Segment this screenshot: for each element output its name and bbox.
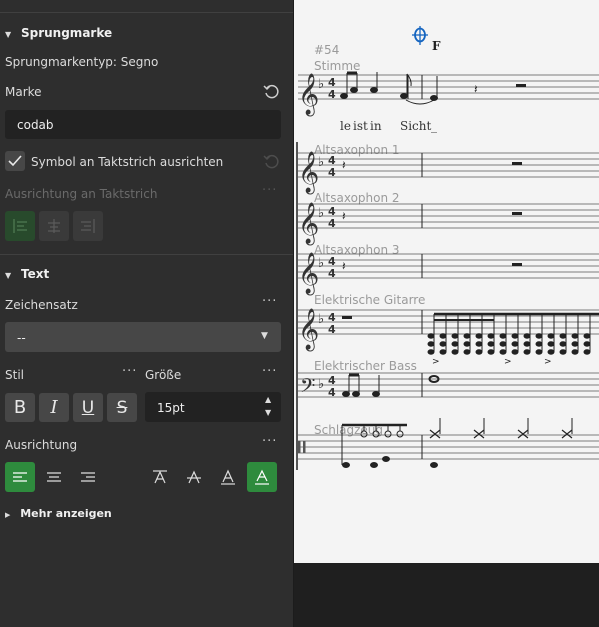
treble-clef-icon: 𝄞 bbox=[298, 151, 319, 194]
staff-name: Elektrischer Bass bbox=[314, 359, 417, 373]
align-left-disabled-button bbox=[5, 211, 35, 241]
divider bbox=[0, 254, 293, 255]
treble-clef-icon: 𝄞 bbox=[298, 73, 319, 116]
checkmark-icon bbox=[8, 155, 22, 167]
more-options-icon: ··· bbox=[262, 183, 278, 198]
svg-text:_: _ bbox=[431, 119, 437, 133]
font-size-spinbox[interactable]: 15pt ▲ ▼ bbox=[145, 392, 281, 422]
score-footer-area bbox=[294, 563, 599, 627]
font-size-value: 15pt bbox=[157, 401, 185, 415]
svg-text:4: 4 bbox=[328, 386, 336, 399]
collapse-triangle-icon: ▼ bbox=[5, 271, 12, 280]
italic-button[interactable]: I bbox=[39, 393, 69, 422]
svg-text:♭: ♭ bbox=[318, 312, 324, 327]
svg-text:𝄽: 𝄽 bbox=[474, 82, 478, 96]
align-right-button[interactable] bbox=[73, 462, 103, 492]
show-more-toggle[interactable]: ▶ Mehr anzeigen bbox=[5, 506, 112, 520]
more-options-icon[interactable]: ··· bbox=[262, 434, 277, 449]
svg-text:>: > bbox=[504, 357, 512, 367]
treble-clef-icon: 𝄞 bbox=[298, 202, 319, 245]
font-dropdown[interactable]: -- ▼ bbox=[5, 322, 281, 352]
align-checkbox[interactable] bbox=[5, 151, 25, 171]
reset-icon-disabled bbox=[262, 152, 280, 170]
svg-text:4: 4 bbox=[328, 166, 336, 179]
svg-text:4: 4 bbox=[328, 267, 336, 280]
section-text-header[interactable]: ▼ Text bbox=[5, 267, 49, 281]
svg-text:𝄽: 𝄽 bbox=[342, 158, 346, 172]
svg-text:ist: ist bbox=[353, 119, 368, 133]
style-label: Stil bbox=[5, 368, 24, 382]
underline-button[interactable]: U bbox=[73, 393, 103, 422]
coda-symbol-icon[interactable] bbox=[412, 26, 428, 45]
svg-text:𝄽: 𝄽 bbox=[342, 259, 346, 273]
size-label: Größe bbox=[145, 368, 182, 382]
drum-notes bbox=[341, 418, 573, 468]
expand-triangle-icon: ▶ bbox=[5, 511, 11, 519]
svg-text:Sicht: Sicht bbox=[400, 119, 432, 133]
more-options-icon[interactable]: ··· bbox=[262, 364, 277, 379]
section-title: Text bbox=[20, 267, 50, 281]
align-left-button[interactable] bbox=[5, 462, 35, 492]
align-right-disabled-button bbox=[73, 211, 103, 241]
svg-text:♭: ♭ bbox=[318, 206, 324, 221]
svg-text:♭: ♭ bbox=[318, 256, 324, 271]
increment-icon[interactable]: ▲ bbox=[265, 395, 271, 404]
more-options-icon[interactable]: ··· bbox=[262, 294, 277, 309]
align-center-disabled-button bbox=[39, 211, 69, 241]
valign-bottom-button[interactable] bbox=[247, 462, 277, 492]
lyrics: le ist in Sicht _ bbox=[340, 119, 437, 133]
checkbox-label: Symbol an Taktstrich ausrichten bbox=[31, 155, 224, 169]
collapse-triangle-icon: ▼ bbox=[5, 30, 12, 39]
svg-text:♭: ♭ bbox=[318, 377, 324, 392]
coda-letter: F bbox=[432, 39, 441, 53]
treble-clef-icon: 𝄞 bbox=[298, 308, 319, 351]
svg-text:>: > bbox=[432, 357, 440, 367]
reset-icon[interactable] bbox=[262, 82, 280, 100]
chevron-down-icon: ▼ bbox=[261, 331, 268, 341]
more-options-icon[interactable]: ··· bbox=[122, 364, 137, 379]
alignment-label: Ausrichtung bbox=[5, 438, 78, 452]
svg-text:le: le bbox=[340, 119, 351, 133]
divider bbox=[0, 12, 293, 13]
score-canvas[interactable]: F #54 Stimme 𝄞 ♭ 4 4 𝄽 le ist in Sicht _… bbox=[294, 0, 599, 563]
staff-name: Altsaxophon 1 bbox=[314, 143, 400, 157]
marke-label: Marke bbox=[5, 85, 42, 99]
flat-icon: ♭ bbox=[318, 77, 324, 92]
staff-name: Altsaxophon 3 bbox=[314, 243, 400, 257]
section-title: Sprungmarke bbox=[20, 26, 113, 40]
properties-panel: ▼ Sprungmarke Sprungmarkentyp: Segno Mar… bbox=[0, 0, 293, 627]
svg-text:4: 4 bbox=[328, 323, 336, 336]
staff-name: Stimme bbox=[314, 59, 360, 73]
align-barline-label: Ausrichtung an Taktstrich bbox=[5, 187, 158, 201]
font-dropdown-value: -- bbox=[17, 331, 26, 345]
svg-text:4: 4 bbox=[328, 217, 336, 230]
strikethrough-button[interactable]: S bbox=[107, 393, 137, 422]
font-label: Zeichensatz bbox=[5, 298, 78, 312]
time-sig-den: 4 bbox=[328, 88, 336, 101]
decrement-icon[interactable]: ▼ bbox=[265, 408, 271, 417]
valign-top-button[interactable] bbox=[145, 462, 175, 492]
svg-text:♭: ♭ bbox=[318, 155, 324, 170]
staff-name: Elektrische Gitarre bbox=[314, 293, 425, 307]
align-center-button[interactable] bbox=[39, 462, 69, 492]
svg-text:𝄽: 𝄽 bbox=[342, 209, 346, 223]
bass-clef-icon: 𝄢 bbox=[300, 374, 315, 402]
show-more-label: Mehr anzeigen bbox=[20, 507, 112, 520]
staff-name: Altsaxophon 2 bbox=[314, 191, 400, 205]
marke-input-value: codab bbox=[17, 118, 54, 132]
svg-text:in: in bbox=[370, 119, 382, 133]
measure-number: #54 bbox=[314, 43, 339, 57]
treble-clef-icon: 𝄞 bbox=[298, 252, 319, 295]
bold-button[interactable]: B bbox=[5, 393, 35, 422]
section-sprungmarke-header[interactable]: ▼ Sprungmarke bbox=[5, 26, 112, 40]
valign-center-button[interactable] bbox=[179, 462, 209, 492]
marke-input[interactable]: codab bbox=[5, 110, 281, 139]
svg-text:>: > bbox=[544, 357, 552, 367]
valign-baseline-button[interactable] bbox=[213, 462, 243, 492]
jump-type-text: Sprungmarkentyp: Segno bbox=[5, 55, 159, 69]
score-svg[interactable]: F #54 Stimme 𝄞 ♭ 4 4 𝄽 le ist in Sicht _… bbox=[294, 0, 599, 563]
